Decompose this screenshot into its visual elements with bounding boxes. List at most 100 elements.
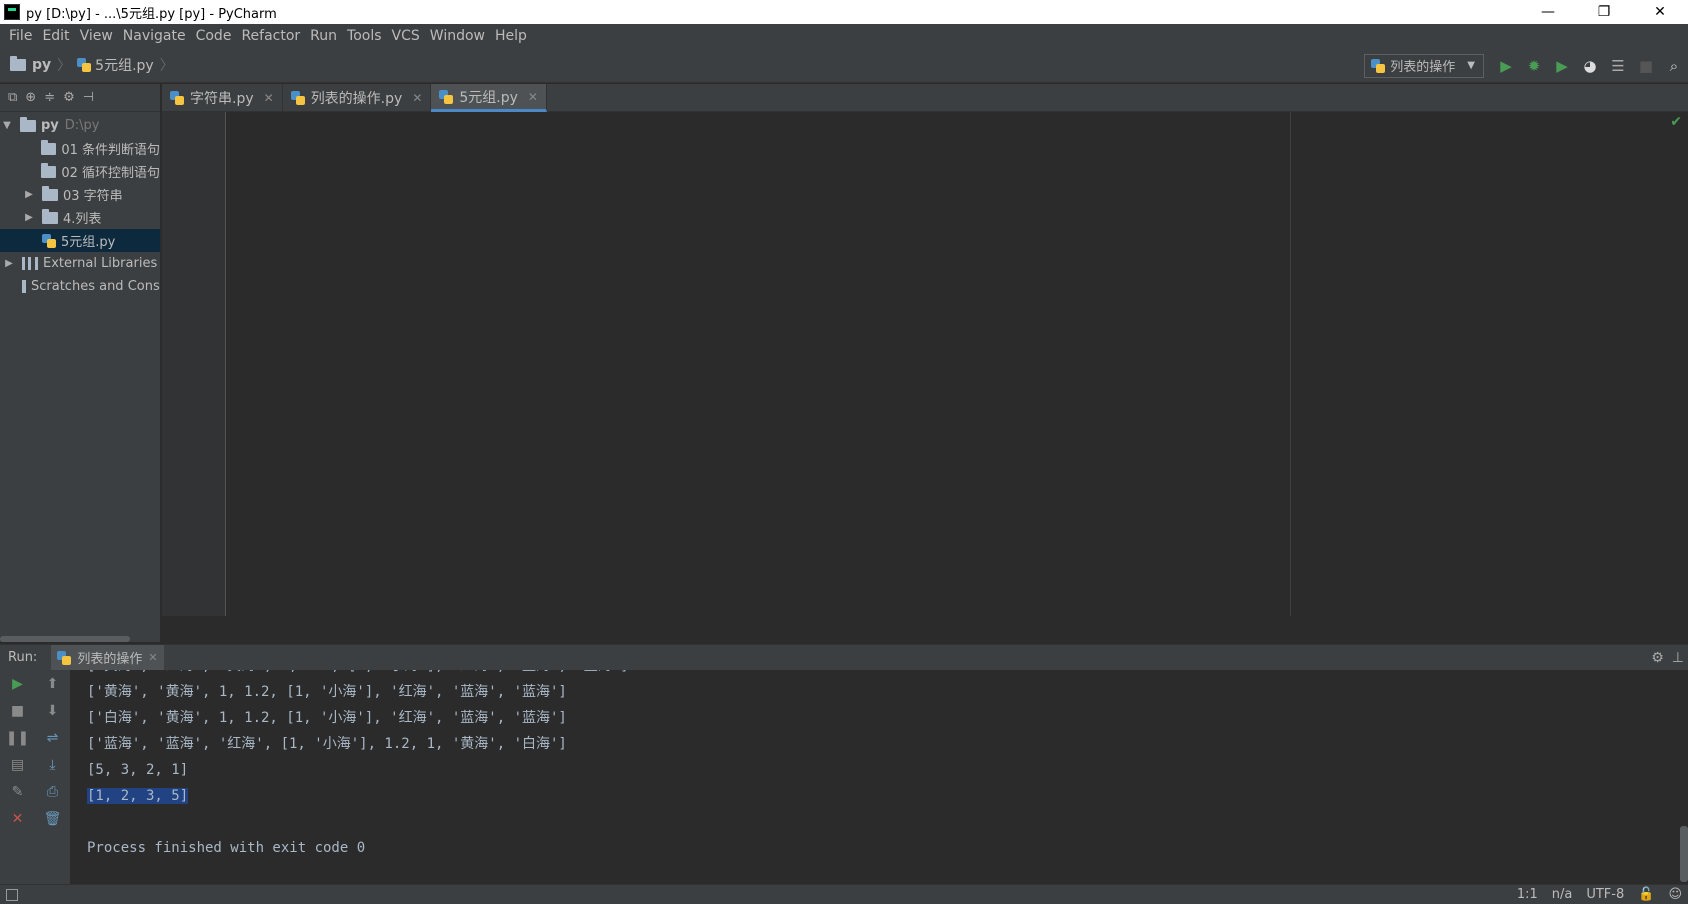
tab-liebiao[interactable]: 列表的操作.py ✕ [283, 84, 432, 112]
project-toolbar: ⧉ ⊕ ≑ ⚙ ⊣ [0, 84, 160, 112]
arrow-down-icon[interactable]: ⬇ [40, 698, 66, 724]
hide-panel-icon[interactable]: ⊥ [1672, 650, 1684, 666]
console-output[interactable]: ['黄海', '红海', '黄海', 1, 1.2, [1, '小海'], '红… [70, 670, 1680, 884]
coverage-icon[interactable]: ▶ [1548, 52, 1576, 80]
layout-icon[interactable]: ▤ [5, 752, 31, 778]
gear-icon[interactable]: ⚙ [1651, 650, 1664, 666]
run-icon[interactable]: ▶ [1492, 52, 1520, 80]
pause-icon[interactable]: ❚❚ [5, 725, 31, 751]
tree-item-folder-04[interactable]: ▶ 4.列表 [0, 206, 160, 229]
collapsed-arrow-icon[interactable]: ▶ [22, 212, 36, 223]
rerun-icon[interactable]: ▶ [5, 671, 31, 697]
restore-button[interactable]: ❐ [1576, 0, 1632, 24]
check-icon: ✔ [1670, 114, 1682, 130]
close-icon[interactable]: ✕ [148, 651, 157, 664]
collapsed-arrow-icon[interactable]: ▶ [22, 189, 36, 200]
menu-help[interactable]: Help [490, 28, 532, 44]
menu-tools[interactable]: Tools [342, 28, 387, 44]
tree-item-file-5yuanzu[interactable]: 5元组.py [0, 229, 160, 252]
close-icon[interactable]: ✕ [264, 91, 274, 105]
arrow-up-icon[interactable]: ⬆ [40, 671, 66, 697]
hide-panel-icon[interactable]: ⊣ [83, 90, 94, 105]
profile-icon[interactable]: ◕ [1576, 52, 1604, 80]
search-icon[interactable]: ⌕ [1660, 52, 1688, 80]
trash-icon[interactable]: 🗑 [40, 806, 66, 832]
status-bar: 1:1 n/a UTF-8 🔓 ☺ [0, 884, 1688, 904]
lock-icon[interactable]: 🔓 [1638, 887, 1654, 902]
breadcrumb-separator-icon: 〉 [159, 58, 174, 74]
caret-position[interactable]: 1:1 [1517, 887, 1538, 902]
folder-icon [41, 162, 57, 178]
tree-item-label: 4.列表 [63, 212, 102, 227]
debug-icon[interactable]: ✹ [1520, 52, 1548, 80]
tab-5yuanzu[interactable]: 5元组.py ✕ [431, 84, 547, 112]
close-icon[interactable]: ✕ [528, 90, 538, 104]
breadcrumb-project[interactable]: py [32, 57, 51, 73]
tree-item-label: 5元组.py [61, 235, 116, 250]
menu-file[interactable]: File [4, 28, 37, 44]
tab-zifuchuan[interactable]: 字符串.py ✕ [162, 84, 283, 112]
code-editor[interactable]: ✔ [162, 112, 1688, 616]
close-icon[interactable]: ✕ [5, 806, 31, 832]
menu-code[interactable]: Code [191, 28, 237, 44]
tree-item-folder-03[interactable]: ▶ 03 字符串 [0, 183, 160, 206]
python-file-icon [77, 58, 92, 72]
tree-item-label: 02 循环控制语句 [61, 166, 160, 181]
run-tab-label: 列表的操作 [77, 652, 143, 667]
menu-bar: File Edit View Navigate Code Refactor Ru… [0, 24, 1688, 48]
file-encoding[interactable]: UTF-8 [1586, 887, 1624, 902]
close-window-button[interactable]: ✕ [1632, 0, 1688, 24]
run-configuration-select[interactable]: 列表的操作 ▼ [1364, 53, 1484, 78]
tree-item-root[interactable]: ▼ py D:\py [0, 114, 160, 137]
project-tree: ▼ py D:\py 01 条件判断语句 02 循环控制语句 ▶ 03 字符串 … [0, 112, 160, 298]
tree-item-scratches[interactable]: Scratches and Consoles [0, 275, 160, 298]
run-tab[interactable]: 列表的操作 ✕ [51, 644, 164, 671]
menu-window[interactable]: Window [425, 28, 490, 44]
locate-file-icon[interactable]: ⊕ [25, 90, 36, 105]
menu-navigate[interactable]: Navigate [118, 28, 191, 44]
soft-wrap-icon[interactable]: ⇌ [40, 725, 66, 751]
inspector-icon[interactable]: ☺ [1668, 887, 1682, 902]
collapse-all-icon[interactable]: ≑ [44, 90, 55, 105]
menu-run[interactable]: Run [305, 28, 342, 44]
gear-icon[interactable]: ⚙ [63, 90, 75, 105]
breadcrumb-separator-icon: 〉 [57, 58, 72, 74]
chevron-down-icon: ▼ [1467, 60, 1475, 71]
run-panel-actions: ⚙ ⊥ [1651, 645, 1684, 671]
menu-refactor[interactable]: Refactor [236, 28, 305, 44]
tree-item-folder-01[interactable]: 01 条件判断语句 [0, 137, 160, 160]
expanded-arrow-icon[interactable]: ▼ [0, 120, 14, 131]
stop-icon[interactable]: ■ [1632, 52, 1660, 80]
console-process-finished: Process finished with exit code 0 [87, 840, 366, 856]
collapsed-arrow-icon[interactable]: ▶ [2, 258, 16, 269]
close-icon[interactable]: ✕ [412, 91, 422, 105]
menu-vcs[interactable]: VCS [387, 28, 425, 44]
tree-item-external-libraries[interactable]: ▶ External Libraries [0, 252, 160, 275]
print-icon[interactable]: ⎙ [40, 779, 66, 805]
console-line-selected: [1, 2, 3, 5] [87, 788, 189, 804]
vertical-scrollbar[interactable] [1680, 826, 1688, 882]
minimize-button[interactable]: — [1520, 0, 1576, 24]
scroll-to-end-icon[interactable]: ⤓ [40, 752, 66, 778]
tool-windows-icon[interactable] [6, 888, 18, 901]
window-controls: — ❐ ✕ [1520, 0, 1688, 24]
console-line: ['蓝海', '蓝海', '红海', [1, '小海'], 1.2, 1, '黄… [87, 736, 567, 752]
window-title: py [D:\py] - ...\5元组.py [py] - PyCharm [26, 6, 277, 22]
horizontal-scrollbar[interactable] [0, 636, 130, 642]
concurrency-icon[interactable]: ☰ [1604, 52, 1632, 80]
editor-tabs: 字符串.py ✕ 列表的操作.py ✕ 5元组.py ✕ [162, 84, 1688, 112]
python-file-icon [439, 89, 454, 104]
pin-icon[interactable]: ✎ [5, 779, 31, 805]
editor-gutter [162, 112, 226, 616]
title-bar: py [D:\py] - ...\5元组.py [py] - PyCharm —… [0, 0, 1688, 24]
tree-root-label: py [41, 118, 59, 133]
console-line: [5, 3, 2, 1] [87, 762, 189, 778]
menu-edit[interactable]: Edit [37, 28, 74, 44]
menu-view[interactable]: View [75, 28, 118, 44]
stop-icon[interactable]: ■ [5, 698, 31, 724]
project-view-icon[interactable]: ⧉ [8, 90, 17, 105]
folder-icon [42, 208, 58, 224]
console-line: ['黄海', '黄海', 1, 1.2, [1, '小海'], '红海', '蓝… [87, 684, 567, 700]
breadcrumb-file[interactable]: 5元组.py [95, 55, 154, 75]
tree-item-folder-02[interactable]: 02 循环控制语句 [0, 160, 160, 183]
